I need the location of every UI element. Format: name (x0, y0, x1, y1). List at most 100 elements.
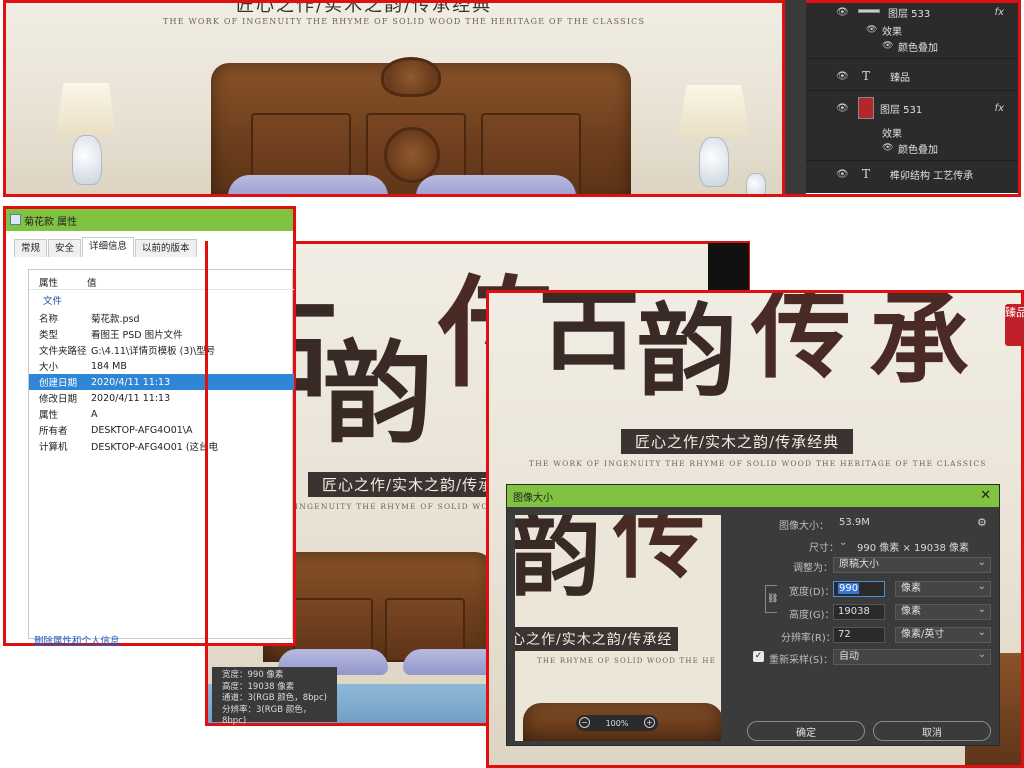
height-unit-select[interactable]: 像素 (895, 603, 991, 620)
subtitle-banner: 匠心之作/实木之韵/传承 (308, 472, 509, 497)
detail-row[interactable]: 所有者 DESKTOP-AFG4O01\A (29, 422, 294, 438)
visibility-eye-icon[interactable]: 👁 (836, 103, 849, 114)
layer-row[interactable]: 👁 图层 531 fx (806, 96, 1018, 120)
layer-thumbnail-icon (858, 97, 874, 119)
fit-to-select[interactable]: 原稿大小 (833, 556, 991, 573)
ok-button[interactable]: 确定 (747, 721, 865, 741)
visibility-eye-icon[interactable]: 👁 (836, 169, 849, 180)
dialog-title-bar: 图像大小 ✕ (507, 485, 999, 507)
effect-label: 颜色叠加 (898, 144, 938, 156)
layer-row[interactable]: 👁 图层 533 fx (806, 0, 1018, 24)
effect-eye-icon[interactable]: 👁 (882, 143, 893, 153)
tab-security[interactable]: 安全 (48, 239, 82, 257)
image-preview[interactable]: 韵 传 心之作/实木之韵/传承经 THE RHYME OF SOLID WOOD… (515, 515, 721, 741)
gear-icon[interactable]: ⚙ (977, 516, 987, 529)
text-layer-icon: T (862, 69, 871, 83)
layer-thumbnail-icon (858, 9, 880, 13)
detail-row[interactable]: 名称 菊花款.psd (29, 310, 294, 326)
width-label: 宽度(D)： (789, 587, 835, 598)
fx-icon[interactable]: fx (995, 7, 1004, 18)
detail-value: DESKTOP-AFG4O01\A (91, 424, 193, 436)
detail-value: 2020/4/11 11:13 (91, 392, 171, 404)
visibility-eye-icon[interactable]: 👁 (836, 71, 849, 82)
dimensions-value: 990 像素 × 19038 像素 (857, 543, 969, 554)
tab-previous-versions[interactable]: 以前的版本 (135, 239, 197, 257)
divider (806, 90, 1018, 91)
detail-value: A (91, 408, 98, 420)
section-file: 文件 (43, 296, 63, 307)
detail-key: 文件夹路径 (39, 346, 87, 357)
layer-row[interactable]: 👁 T 臻品 (806, 64, 1018, 88)
carved-medallion (381, 57, 441, 97)
header-value[interactable]: 值 (87, 275, 97, 289)
top-title-line: 匠心之作/实木之韵/传承经典 (236, 0, 493, 16)
visibility-eye-icon[interactable]: 👁 (836, 7, 849, 18)
details-header: 属性 值 (29, 274, 294, 290)
resample-checkbox[interactable]: ✓ (753, 651, 764, 662)
lamp-base-vase (699, 137, 729, 187)
english-line: THE WORK OF INGENUITY THE RHYME OF SOLID… (529, 459, 987, 468)
effects-eye-icon[interactable]: 👁 (866, 25, 877, 35)
tab-general[interactable]: 常规 (14, 239, 48, 257)
zoom-in-icon[interactable]: + (644, 717, 655, 728)
cancel-button[interactable]: 取消 (873, 721, 991, 741)
lamp-base-vase (72, 135, 102, 185)
divider (806, 160, 1018, 161)
detail-key: 创建日期 (39, 378, 78, 389)
tab-details[interactable]: 详细信息 (82, 237, 135, 257)
detail-key: 所有者 (39, 426, 68, 437)
layers-panel: 👁 图层 533 fx 👁 效果 👁 颜色叠加 👁 T 臻品 👁 图层 531 … (806, 0, 1018, 193)
top-photo-panel: 匠心之作/实木之韵/传承经典 THE WORK OF INGENUITY THE… (3, 0, 785, 197)
detail-key: 类型 (39, 330, 59, 341)
image-size-label: 图像大小： (779, 521, 829, 532)
detail-row[interactable]: 计算机 DESKTOP-AFG4O01 (这台电 (29, 438, 294, 454)
info-width: 宽度：990 像素 (222, 670, 284, 680)
fx-icon[interactable]: fx (995, 103, 1004, 114)
detail-key: 修改日期 (39, 394, 78, 405)
header-property[interactable]: 属性 (39, 275, 58, 289)
detail-row[interactable]: 文件夹路径 G:\4.11\详情页模板 (3)\型号 (29, 342, 294, 358)
layers-panel-gap (785, 0, 806, 194)
layer-label: 图层 531 (880, 104, 923, 116)
constrain-link-icon[interactable]: ⛓ (765, 585, 778, 613)
top-english-line: THE WORK OF INGENUITY THE RHYME OF SOLID… (163, 17, 646, 26)
details-list: 属性 值 文件 名称 菊花款.psd 类型 看图王 PSD 图片文件 文件夹路径 G:… (28, 269, 294, 639)
width-input[interactable]: 990 (833, 581, 885, 597)
height-label: 高度(G)： (789, 610, 835, 621)
text-layer-icon: T (862, 167, 871, 181)
detail-row-selected[interactable]: 创建日期 2020/4/11 11:13 (29, 374, 294, 390)
pillow (416, 175, 576, 194)
detail-row[interactable]: 属性 A (29, 406, 294, 422)
height-input[interactable]: 19038 (833, 604, 885, 620)
effects-label: 效果 (882, 26, 902, 38)
dimensions-chevron-icon[interactable]: ⌄ (839, 537, 847, 548)
layer-effect-row: 👁 颜色叠加 (806, 140, 1018, 156)
detail-key: 属性 (39, 410, 59, 421)
detail-value: DESKTOP-AFG4O01 (这台电 (91, 442, 219, 453)
lamp-shade (56, 83, 116, 135)
resolution-unit-select[interactable]: 像素/英寸 (895, 626, 991, 643)
properties-title-bar: 菊花款 属性 (6, 209, 293, 231)
resolution-input[interactable]: 72 (833, 627, 885, 643)
effects-label: 效果 (882, 128, 902, 140)
width-unit-select[interactable]: 像素 (895, 580, 991, 597)
preview-subtitle: 心之作/实木之韵/传承经 (515, 627, 679, 651)
resample-select[interactable]: 自动 (833, 648, 991, 665)
layer-row[interactable]: 👁 T 榫卯结构 工艺传承 (806, 162, 1018, 186)
effect-label: 颜色叠加 (898, 42, 938, 54)
subtitle-banner: 匠心之作/实木之韵/传承经典 (621, 429, 854, 454)
dark-corner (708, 243, 749, 297)
preview-zoom-control: − 100% + (576, 715, 658, 731)
detail-row[interactable]: 类型 看图王 PSD 图片文件 (29, 326, 294, 342)
effect-eye-icon[interactable]: 👁 (882, 41, 893, 51)
detail-value: 2020/4/11 11:13 (91, 376, 171, 388)
detail-row[interactable]: 大小 184 MB (29, 358, 294, 374)
title-char: 传 (751, 290, 851, 392)
detail-row[interactable]: 修改日期 2020/4/11 11:13 (29, 390, 294, 406)
file-properties-dialog: 菊花款 属性 常规 安全 详细信息 以前的版本 属性 值 文件 名称 菊花款.ps… (3, 206, 296, 647)
close-icon[interactable]: ✕ (980, 488, 991, 503)
zoom-out-icon[interactable]: − (579, 717, 590, 728)
info-channels: 通道：3(RGB 颜色，8bpc) (222, 693, 327, 703)
detail-value: G:\4.11\详情页模板 (3)\型号 (91, 346, 216, 357)
remove-properties-link[interactable]: 删除属性和个人信息 (34, 633, 120, 647)
